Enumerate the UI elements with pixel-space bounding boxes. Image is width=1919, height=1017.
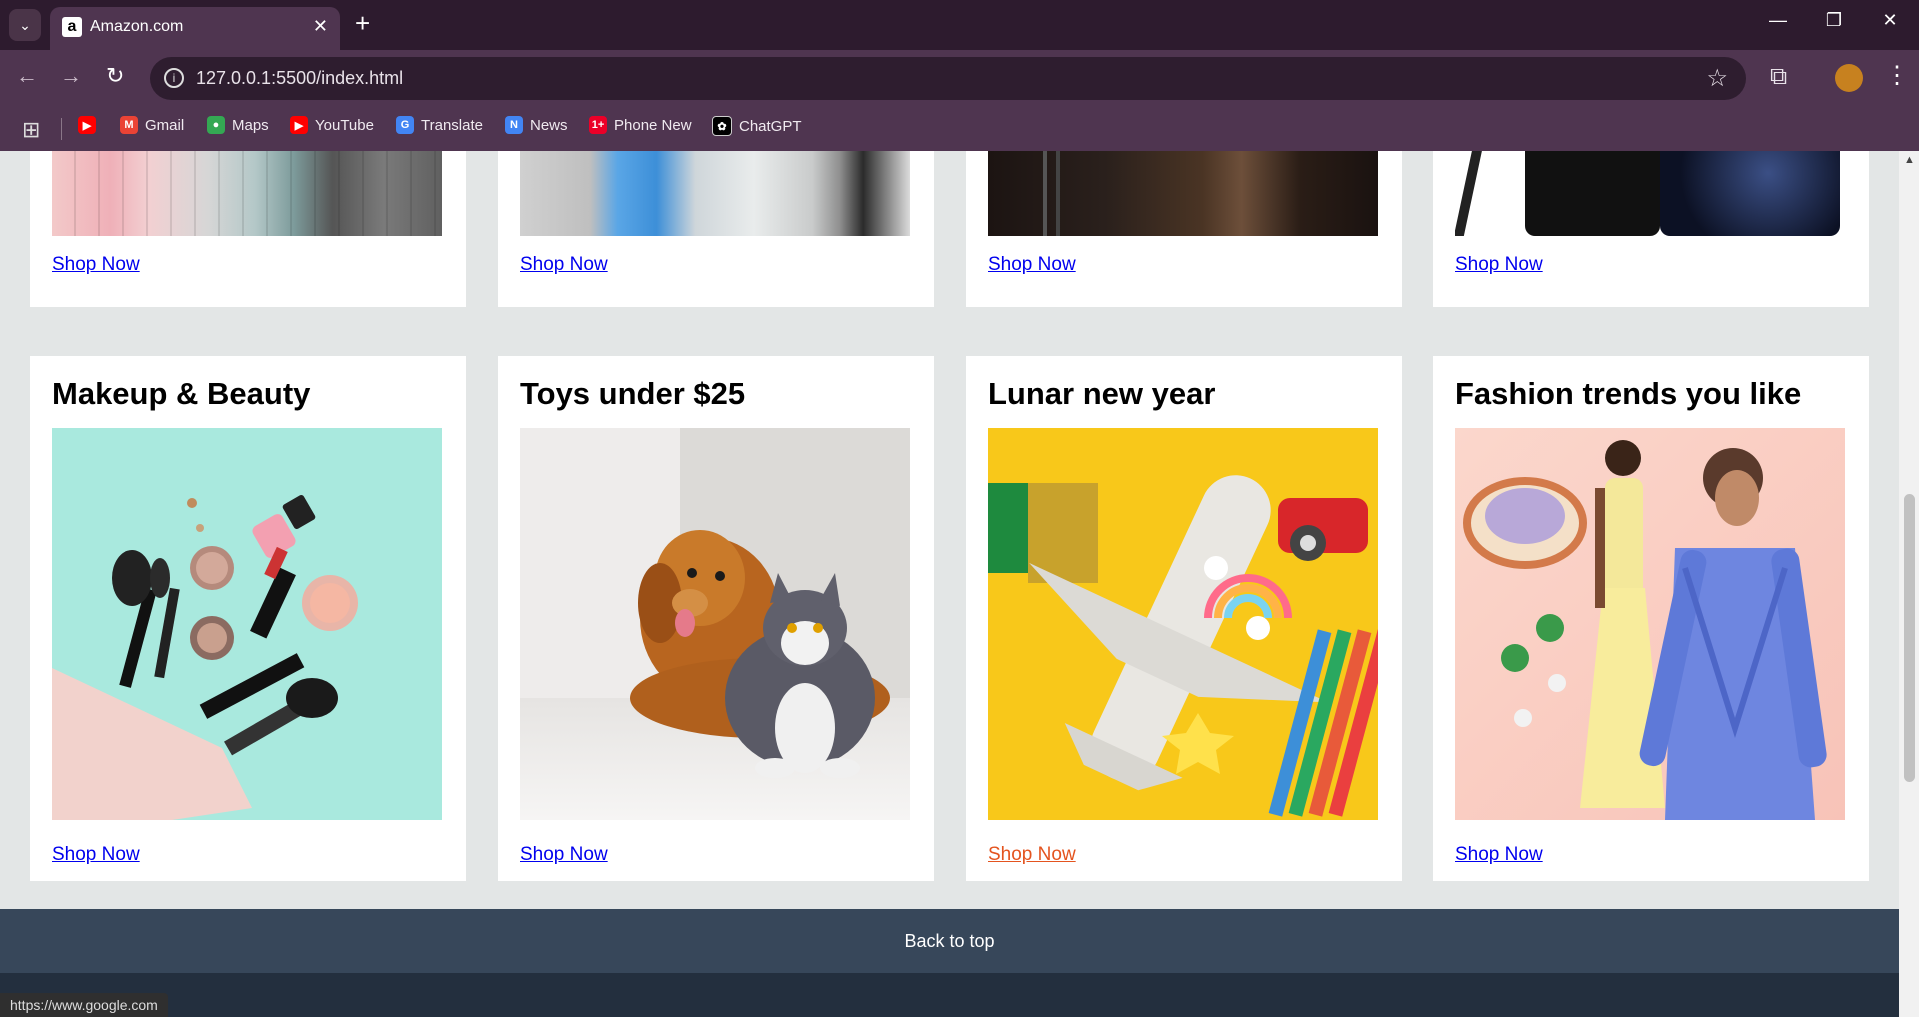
site-info-icon[interactable]: i	[164, 68, 184, 88]
bookmark-label: Phone New	[614, 116, 692, 134]
status-bar-url: https://www.google.com	[0, 993, 168, 1017]
scrollbar-thumb[interactable]	[1904, 494, 1915, 782]
bookmarks-divider	[61, 118, 62, 140]
translate-icon: G	[396, 116, 414, 134]
shop-now-link[interactable]: Shop Now	[988, 254, 1076, 276]
bookmark-label: ChatGPT	[739, 117, 802, 135]
shop-now-link[interactable]: Shop Now	[988, 844, 1076, 866]
close-tab-icon[interactable]: ✕	[313, 16, 328, 37]
card-image-pets	[520, 428, 910, 820]
browser-tab[interactable]: a Amazon.com ✕	[50, 7, 340, 50]
bookmark-label: Maps	[232, 116, 269, 134]
card-image-furniture	[988, 151, 1378, 236]
card-title: Fashion trends you like	[1455, 376, 1802, 411]
card-image-toys	[988, 428, 1378, 820]
product-card: Shop Now	[30, 151, 466, 307]
product-card: Shop Now	[966, 151, 1402, 307]
bookmark-chatgpt[interactable]: ✿ ChatGPT	[712, 116, 802, 136]
fashion-models-illustration	[1455, 428, 1845, 820]
minimize-button[interactable]: —	[1763, 10, 1793, 31]
shop-now-link[interactable]: Shop Now	[52, 254, 140, 276]
shop-now-link[interactable]: Shop Now	[520, 254, 608, 276]
back-button[interactable]: ←	[16, 63, 38, 89]
dog-and-cat-illustration	[520, 428, 910, 820]
new-tab-button[interactable]: +	[355, 8, 370, 39]
toy-airplane-illustration	[988, 428, 1378, 820]
bookmark-label: Translate	[421, 116, 483, 134]
browser-menu-icon[interactable]: ⋮	[1885, 61, 1909, 90]
product-card-lunar: Lunar new year Shop Now	[966, 356, 1402, 881]
bookmark-label: YouTube	[315, 116, 374, 134]
product-card-fashion: Fashion trends you like Shop Now	[1433, 356, 1869, 881]
news-icon: N	[505, 116, 523, 134]
card-image-fashion	[1455, 428, 1845, 820]
browser-tab-strip: ⌄ a Amazon.com ✕ + — ❐ ✕	[0, 0, 1919, 50]
bookmark-translate[interactable]: G Translate	[396, 116, 483, 134]
page-content: Shop Now Shop Now Shop Now Shop Now Make…	[0, 151, 1899, 1017]
bookmark-gmail[interactable]: M Gmail	[120, 116, 184, 134]
close-window-button[interactable]: ✕	[1875, 10, 1905, 31]
shop-now-link[interactable]: Shop Now	[1455, 254, 1543, 276]
bookmarks-bar: ⊞ ▶ M Gmail ● Maps ▶ YouTube G Translate…	[0, 108, 1919, 151]
tab-search-button[interactable]: ⌄	[9, 9, 41, 41]
product-card-toys: Toys under $25 Shop Now	[498, 356, 934, 881]
card-title: Toys under $25	[520, 376, 746, 411]
forward-button[interactable]: →	[60, 63, 82, 89]
bookmark-phone-new[interactable]: 1+ Phone New	[589, 116, 692, 134]
youtube-icon: ▶	[290, 116, 308, 134]
scroll-up-arrow-icon[interactable]: ▲	[1904, 154, 1915, 166]
bookmark-youtube-icon-only[interactable]: ▶	[78, 116, 96, 134]
apps-grid-icon[interactable]: ⊞	[22, 117, 40, 143]
shop-now-link[interactable]: Shop Now	[52, 844, 140, 866]
product-card: Shop Now	[1433, 151, 1869, 307]
footer	[0, 973, 1899, 1017]
bookmark-label: Gmail	[145, 116, 185, 134]
shop-now-link[interactable]: Shop Now	[520, 844, 608, 866]
address-bar[interactable]: i 127.0.0.1:5500/index.html ☆	[150, 57, 1746, 100]
makeup-illustration	[52, 428, 442, 820]
amazon-favicon-icon: a	[62, 17, 82, 37]
url-text[interactable]: 127.0.0.1:5500/index.html	[196, 68, 403, 89]
card-image-makeup	[52, 428, 442, 820]
browser-toolbar: ← → ↻ i 127.0.0.1:5500/index.html ☆ ⧉ ⋮	[0, 50, 1919, 108]
page-scrollbar[interactable]: ▲	[1899, 151, 1919, 1017]
product-card-makeup: Makeup & Beauty Shop Now	[30, 356, 466, 881]
maps-icon: ●	[207, 116, 225, 134]
restore-button[interactable]: ❐	[1819, 10, 1849, 31]
bookmark-star-icon[interactable]: ☆	[1706, 64, 1728, 93]
shop-now-link[interactable]: Shop Now	[1455, 844, 1543, 866]
card-image-phones	[1455, 151, 1845, 236]
reload-button[interactable]: ↻	[106, 63, 124, 89]
bookmark-label: News	[530, 116, 568, 134]
card-image-textiles	[52, 151, 442, 236]
extensions-icon[interactable]: ⧉	[1770, 63, 1787, 91]
bookmark-news[interactable]: N News	[505, 116, 568, 134]
card-image-appliances	[520, 151, 910, 236]
gmail-icon: M	[120, 116, 138, 134]
product-card: Shop Now	[498, 151, 934, 307]
tab-title: Amazon.com	[90, 18, 184, 35]
youtube-icon: ▶	[78, 116, 96, 134]
card-title: Lunar new year	[988, 376, 1216, 411]
profile-avatar[interactable]	[1835, 64, 1863, 92]
back-to-top-button[interactable]: Back to top	[0, 909, 1899, 973]
bookmark-maps[interactable]: ● Maps	[207, 116, 269, 134]
card-title: Makeup & Beauty	[52, 376, 311, 411]
chatgpt-icon: ✿	[712, 116, 732, 136]
oneplus-icon: 1+	[589, 116, 607, 134]
bookmark-youtube[interactable]: ▶ YouTube	[290, 116, 374, 134]
